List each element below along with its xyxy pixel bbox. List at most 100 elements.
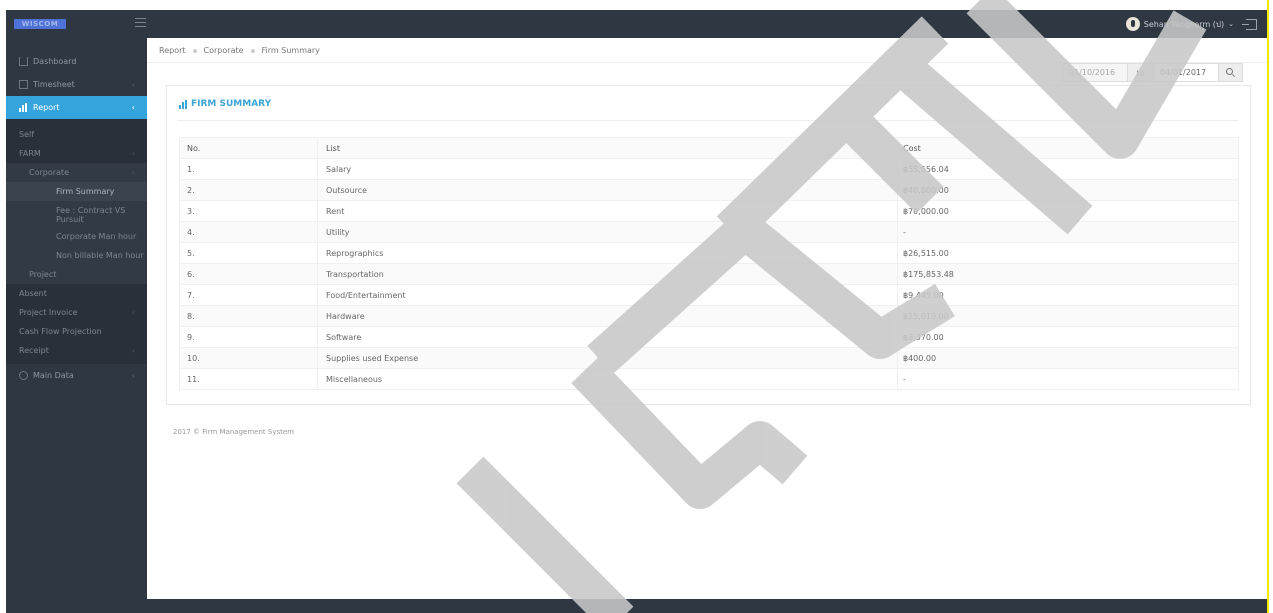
sidebar-item-fee-contract-vs-pursuit[interactable]: Fee : Contract VS Pursuit xyxy=(6,201,147,227)
date-range-separator: to xyxy=(1128,63,1153,82)
sidebar-item-self[interactable]: Self xyxy=(6,125,147,144)
sidebar-item-cash-flow-projection[interactable]: Cash Flow Projection xyxy=(6,322,147,341)
table-row: 5. Reprographics ฿26,515.00 xyxy=(179,242,1239,264)
cell-list: Utility xyxy=(317,221,898,243)
sidebar-item-dashboard[interactable]: Dashboard xyxy=(6,50,147,73)
cell-list: Software xyxy=(317,326,898,348)
sidebar-item-label: Report xyxy=(33,103,60,112)
sidebar-item-label: Main Data xyxy=(33,371,74,380)
cell-list: Transportation xyxy=(317,263,898,285)
date-from-field[interactable]: 01/10/2016 xyxy=(1062,63,1128,82)
cell-cost: ฿175,853.48 xyxy=(897,263,1239,285)
sidebar: Dashboard Timesheet ‹ Report ‹ Self FARM… xyxy=(6,38,147,613)
sidebar-item-label: Project xyxy=(29,270,57,279)
app-logo[interactable]: WISCOM xyxy=(14,19,66,29)
panel-title: FIRM SUMMARY xyxy=(179,99,271,109)
panel-title-text: FIRM SUMMARY xyxy=(191,99,272,109)
sidebar-item-project-invoice[interactable]: Project Invoice ‹ xyxy=(6,303,147,322)
logout-icon[interactable] xyxy=(1242,18,1257,30)
sidebar-item-label: Timesheet xyxy=(33,80,75,89)
cell-list: Supplies used Expense xyxy=(317,347,898,369)
farm-submenu: Corporate ‹ Firm Summary Fee : Contract V… xyxy=(6,163,147,284)
user-menu[interactable]: Sehan Yangserm (ป) ⌄ xyxy=(1125,16,1257,32)
table-row: 7. Food/Entertainment ฿9,445.00 xyxy=(179,284,1239,306)
avatar[interactable] xyxy=(1125,17,1140,31)
bottom-bar xyxy=(147,599,1267,613)
sidebar-item-label: Receipt xyxy=(19,346,49,355)
cell-cost: ฿26,515.00 xyxy=(897,242,1239,264)
sidebar-item-absent[interactable]: Absent xyxy=(6,284,147,303)
column-header-cost: Cost xyxy=(897,137,1239,159)
sidebar-item-report[interactable]: Report ‹ xyxy=(6,96,147,119)
table-row: 1. Salary ฿55,556.04 xyxy=(179,158,1239,180)
cell-cost: ฿9,445.00 xyxy=(897,284,1239,306)
report-submenu: Self FARM ‹ Corporate ‹ Firm Summary Fee :… xyxy=(6,119,147,364)
cell-no: 2. xyxy=(179,179,318,201)
cell-no: 7. xyxy=(179,284,318,306)
breadcrumb-report[interactable]: Report xyxy=(159,46,186,55)
table-row: 11. Miscellaneous - xyxy=(179,368,1239,390)
panel-divider xyxy=(177,120,1238,121)
table-row: 3. Rent ฿70,000.00 xyxy=(179,200,1239,222)
search-button[interactable] xyxy=(1219,63,1243,82)
sidebar-item-project[interactable]: Project xyxy=(6,265,147,284)
sidebar-item-label: Dashboard xyxy=(33,57,77,66)
calendar-icon xyxy=(19,80,28,89)
table-row: 10. Supplies used Expense ฿400.00 xyxy=(179,347,1239,369)
date-to-field[interactable]: 04/01/2017 xyxy=(1153,63,1219,82)
sidebar-item-label: Corporate Man hour xyxy=(56,232,137,241)
sidebar-item-timesheet[interactable]: Timesheet ‹ xyxy=(6,73,147,96)
cell-cost: ฿70,000.00 xyxy=(897,200,1239,222)
cell-no: 4. xyxy=(179,221,318,243)
sidebar-item-label: FARM xyxy=(19,149,41,158)
table-row: 2. Outsource ฿40,000.00 xyxy=(179,179,1239,201)
date-range-filter: 01/10/2016 to 04/01/2017 xyxy=(1062,63,1243,82)
table-row: 9. Software ฿3,370.00 xyxy=(179,326,1239,348)
chevron-down-icon[interactable]: ⌄ xyxy=(1228,20,1234,28)
cell-no: 9. xyxy=(179,326,318,348)
chevron-left-icon: ‹ xyxy=(131,346,135,355)
cell-list: Salary xyxy=(317,158,898,180)
table-row: 4. Utility - xyxy=(179,221,1239,243)
chevron-left-icon: ‹ xyxy=(131,308,135,317)
sidebar-item-label: Firm Summary xyxy=(56,187,115,196)
cell-list: Food/Entertainment xyxy=(317,284,898,306)
column-header-list: List xyxy=(317,137,898,159)
gear-icon xyxy=(19,371,28,380)
user-name[interactable]: Sehan Yangserm (ป) xyxy=(1144,18,1224,31)
cell-list: Outsource xyxy=(317,179,898,201)
sidebar-item-corporate-man-hour[interactable]: Corporate Man hour xyxy=(6,227,147,246)
cell-list: Rent xyxy=(317,200,898,222)
cell-list: Hardware xyxy=(317,305,898,327)
cell-cost: ฿3,370.00 xyxy=(897,326,1239,348)
sidebar-item-farm[interactable]: FARM ‹ xyxy=(6,144,147,163)
footer-copyright: 2017 © Firm Management System xyxy=(173,428,294,436)
top-navbar: WISCOM Sehan Yangserm (ป) ⌄ xyxy=(6,10,1267,38)
chevron-left-icon: ‹ xyxy=(131,80,135,89)
sidebar-item-firm-summary[interactable]: Firm Summary xyxy=(6,182,147,201)
cell-cost: ฿15,019.00 xyxy=(897,305,1239,327)
chevron-left-icon: ‹ xyxy=(131,371,135,380)
sidebar-item-receipt[interactable]: Receipt ‹ xyxy=(6,341,147,360)
menu-toggle-icon[interactable] xyxy=(135,18,146,27)
sidebar-item-main-data[interactable]: Main Data ‹ xyxy=(6,364,147,387)
cell-cost: - xyxy=(897,221,1239,243)
chevron-left-icon: ‹ xyxy=(131,149,135,158)
window-edge xyxy=(1267,0,1269,613)
cell-no: 5. xyxy=(179,242,318,264)
column-header-no: No. xyxy=(179,137,318,159)
home-icon xyxy=(19,57,28,66)
cell-cost: - xyxy=(897,368,1239,390)
bar-chart-icon xyxy=(19,103,28,112)
breadcrumb-separator-icon xyxy=(192,48,197,53)
sidebar-item-label: Self xyxy=(19,130,35,139)
cell-no: 11. xyxy=(179,368,318,390)
sidebar-item-label: Absent xyxy=(19,289,47,298)
breadcrumb-corporate[interactable]: Corporate xyxy=(204,46,244,55)
sidebar-item-non-billable-man-hour[interactable]: Non billable Man hour xyxy=(6,246,147,265)
sidebar-item-corporate[interactable]: Corporate ‹ xyxy=(6,163,147,182)
table-header-row: No. List Cost xyxy=(179,137,1239,159)
sidebar-item-label: Fee : Contract VS Pursuit xyxy=(56,205,126,224)
sidebar-item-label: Non billable Man hour xyxy=(56,251,144,260)
sidebar-item-label: Corporate xyxy=(29,168,69,177)
